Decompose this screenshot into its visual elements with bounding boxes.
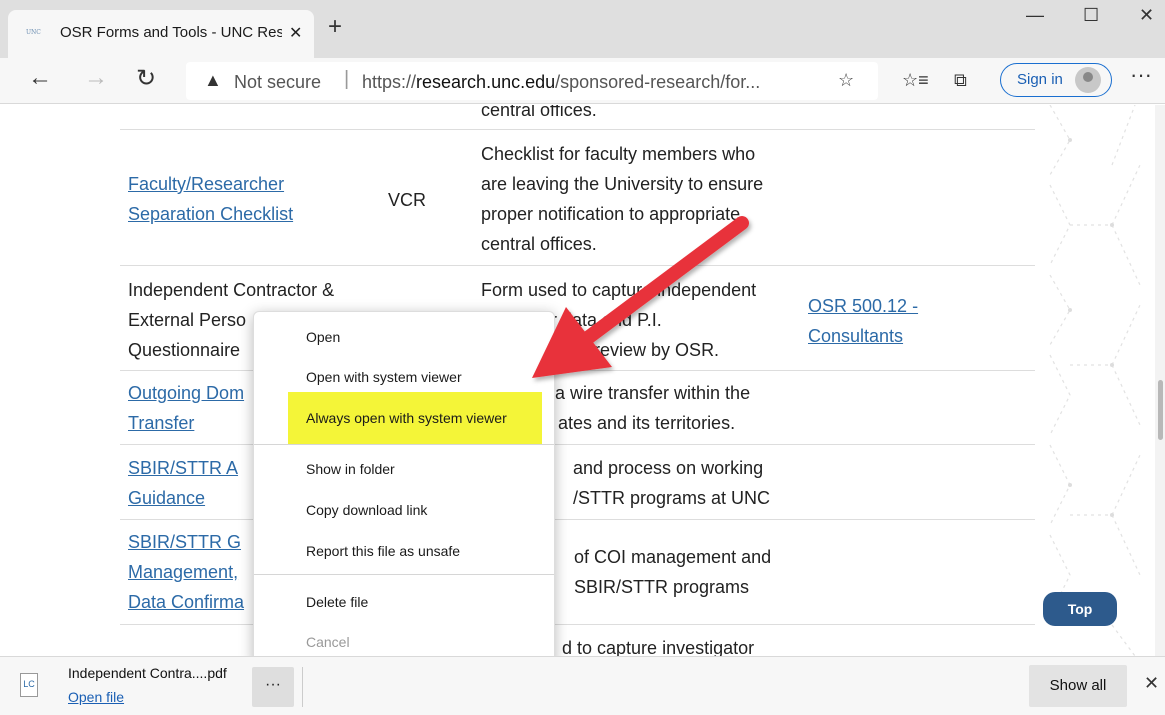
menu-item-open-system-viewer[interactable]: Open with system viewer — [306, 369, 462, 385]
outgoing-domestic-wire-transfer-link[interactable]: Outgoing Dom Transfer — [128, 378, 244, 438]
download-context-menu: Open Open with system viewer Always open… — [253, 311, 555, 666]
maximize-button[interactable]: ☐ — [1083, 5, 1099, 26]
warning-icon[interactable]: ▲ — [204, 70, 222, 91]
decorative-pattern — [1049, 105, 1141, 656]
back-button[interactable]: ← — [28, 64, 52, 92]
security-label[interactable]: Not secure — [234, 72, 321, 93]
collections-icon[interactable]: ⧉ — [954, 70, 967, 91]
row3-description: a wire transfer within the ates and its t… — [555, 383, 751, 433]
favorites-icon[interactable]: ☆≡ — [902, 70, 929, 91]
page-scrollbar[interactable] — [1155, 105, 1165, 656]
download-divider — [302, 667, 303, 707]
forward-button[interactable]: → — [84, 64, 108, 92]
avatar-icon — [1075, 67, 1101, 93]
sbir-sttr-guidance-link[interactable]: SBIR/STTR A Guidance — [128, 453, 238, 513]
new-tab-button[interactable]: + — [328, 15, 342, 39]
row1-office: VCR — [388, 190, 427, 210]
address-bar[interactable]: ▲ Not secure | https://research.unc.edu/… — [186, 62, 878, 100]
menu-item-delete-file[interactable]: Delete file — [306, 594, 368, 610]
row-divider — [120, 129, 1035, 130]
row-divider — [120, 265, 1035, 266]
download-bar-close-icon[interactable]: ✕ — [1144, 673, 1159, 694]
window-close-button[interactable]: ✕ — [1139, 5, 1154, 26]
sign-in-button[interactable]: Sign in — [1000, 63, 1112, 97]
row4-description: and process on working/STTR programs at … — [573, 458, 771, 508]
show-all-button[interactable]: Show all — [1029, 665, 1127, 707]
download-more-button[interactable]: ··· — [252, 667, 294, 707]
back-to-top-button[interactable]: Top — [1043, 592, 1117, 626]
menu-item-cancel: Cancel — [306, 634, 350, 650]
tab-close-icon[interactable]: ✕ — [289, 23, 302, 43]
row6-description: d to capture investigator — [562, 638, 755, 656]
url-text[interactable]: https://research.unc.edu/sponsored-resea… — [362, 72, 822, 93]
refresh-button[interactable]: ↻ — [136, 64, 156, 93]
scrollbar-thumb[interactable] — [1158, 380, 1163, 440]
open-file-link[interactable]: Open file — [68, 689, 124, 705]
tab-strip: UNC OSR Forms and Tools - UNC Rese ✕ + —… — [0, 0, 1165, 58]
browser-toolbar: ← → ↻ ▲ Not secure | https://research.un… — [0, 58, 1165, 104]
menu-item-report-unsafe[interactable]: Report this file as unsafe — [306, 543, 460, 559]
faculty-separation-checklist-link[interactable]: Faculty/Researcher Separation Checklist — [128, 169, 293, 229]
page-content: central offices. Faculty/Researcher Separ… — [0, 105, 1165, 656]
menu-item-copy-download-link[interactable]: Copy download link — [306, 502, 427, 518]
settings-more-button[interactable]: ··· — [1130, 62, 1152, 88]
menu-item-show-in-folder[interactable]: Show in folder — [306, 461, 395, 477]
add-favorite-icon[interactable]: ☆ — [838, 70, 854, 91]
row0-description: central offices. — [481, 105, 597, 120]
menu-separator — [254, 574, 554, 575]
tab-title: OSR Forms and Tools - UNC Rese — [60, 24, 282, 41]
tab-active[interactable]: UNC OSR Forms and Tools - UNC Rese ✕ — [8, 10, 314, 58]
minimize-button[interactable]: — — [1026, 5, 1044, 26]
pdf-file-icon: LC — [20, 673, 38, 697]
row1-description: Checklist for faculty members who are lea… — [481, 144, 764, 254]
address-separator: | — [344, 68, 350, 90]
unc-favicon-icon: UNC — [26, 29, 41, 36]
menu-separator — [254, 444, 554, 445]
sbir-sttr-management-link[interactable]: SBIR/STTR G Management, Data Confirma — [128, 527, 244, 617]
row5-description: of COI management and SBIR/STTR programs — [574, 547, 772, 597]
osr-consultants-policy-link[interactable]: OSR 500.12 - Consultants — [808, 291, 918, 351]
download-file-name[interactable]: Independent Contra....pdf — [68, 665, 227, 681]
menu-item-open[interactable]: Open — [306, 329, 340, 345]
menu-item-always-open-system-viewer[interactable]: Always open with system viewer — [306, 410, 507, 426]
download-bar: LC Independent Contra....pdf Open file ·… — [0, 656, 1165, 715]
